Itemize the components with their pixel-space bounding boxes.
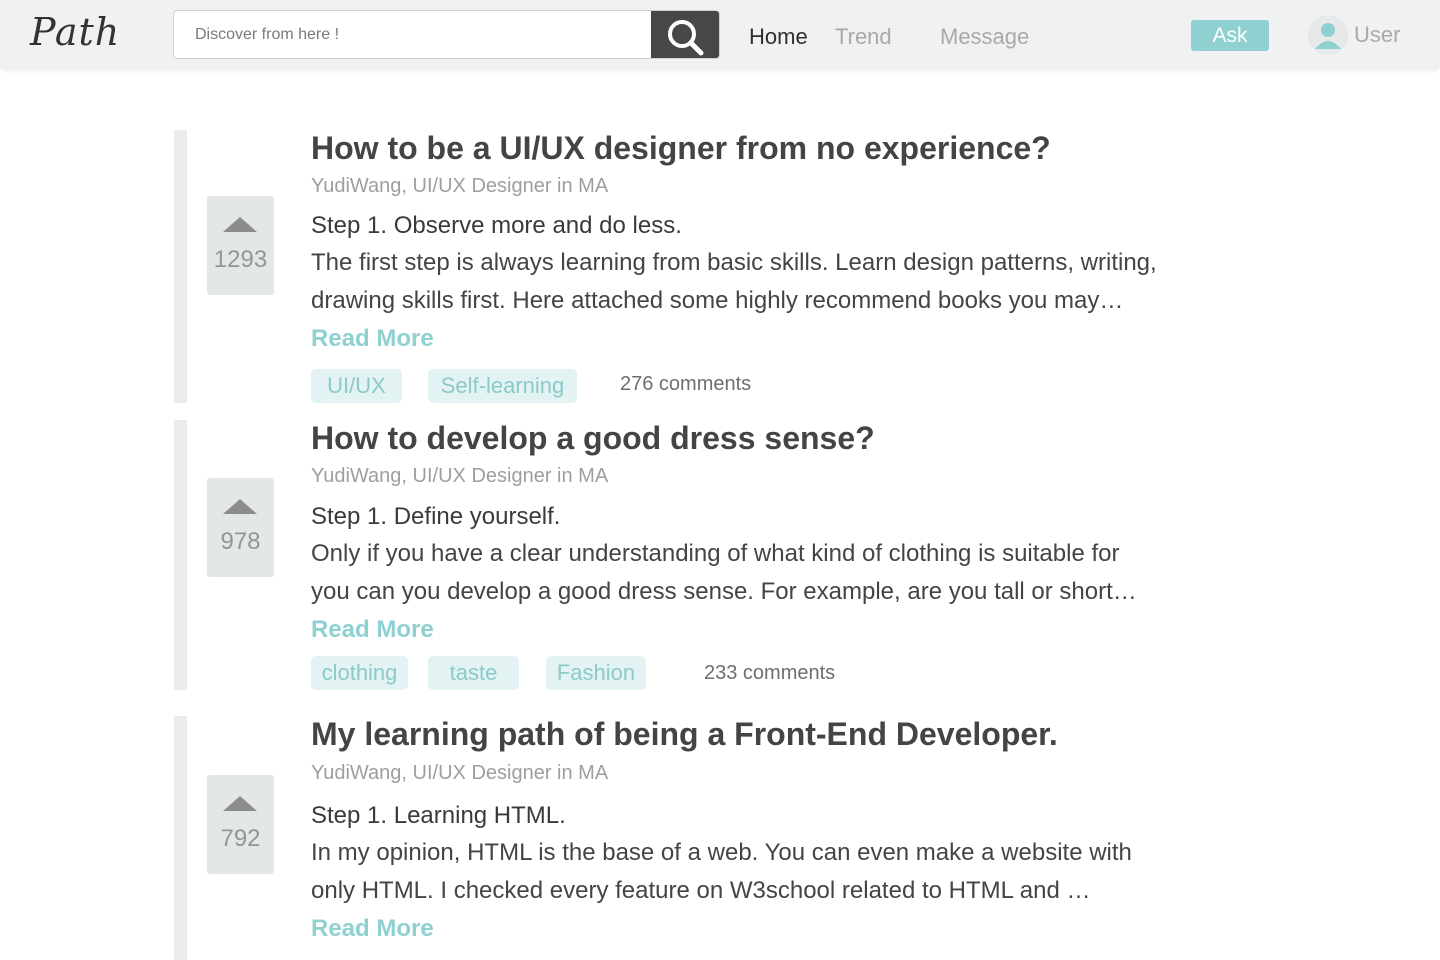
post-excerpt: Only if you have a clear understanding o… (311, 535, 1181, 611)
upvote-button[interactable]: 792 (207, 775, 274, 874)
post-step: Step 1. Define yourself. (311, 503, 561, 530)
vote-count: 792 (220, 825, 261, 852)
search-icon (668, 20, 704, 56)
logo[interactable]: Path (30, 10, 120, 54)
excerpt-line: Only if you have a clear understanding o… (311, 540, 1120, 567)
user-avatar-icon (1308, 15, 1348, 55)
read-more-link[interactable]: Read More (311, 915, 434, 943)
user-label: User (1354, 22, 1401, 47)
post-title[interactable]: My learning path of being a Front-End De… (311, 716, 1058, 753)
excerpt-line: only HTML. I checked every feature on W3… (311, 877, 1091, 904)
search-button[interactable] (651, 11, 719, 58)
nav-trend[interactable]: Trend (835, 24, 892, 50)
post-excerpt: In my opinion, HTML is the base of a web… (311, 834, 1181, 910)
post-accent-bar (174, 716, 187, 960)
read-more-link[interactable]: Read More (311, 616, 434, 644)
post-author[interactable]: YudiWang, UI/UX Designer in MA (311, 762, 608, 785)
read-more-link[interactable]: Read More (311, 325, 434, 353)
post-excerpt: The first step is always learning from b… (311, 244, 1181, 320)
vote-count: 1293 (213, 246, 268, 273)
excerpt-line: drawing skills first. Here attached some… (311, 287, 1124, 314)
tag[interactable]: taste (428, 656, 519, 690)
comments-link[interactable]: 276 comments (620, 367, 751, 401)
post-step: Step 1. Learning HTML. (311, 802, 566, 829)
comments-link[interactable]: 233 comments (704, 656, 835, 690)
post-card: 1293 How to be a UI/UX designer from no … (174, 130, 1174, 403)
upvote-icon (223, 217, 257, 232)
post-author[interactable]: YudiWang, UI/UX Designer in MA (311, 465, 608, 488)
tag[interactable]: Self-learning (428, 369, 577, 403)
search-input[interactable] (174, 11, 652, 58)
post-author[interactable]: YudiWang, UI/UX Designer in MA (311, 175, 608, 198)
excerpt-line: you can you develop a good dress sense. … (311, 578, 1137, 605)
upvote-icon (223, 499, 257, 514)
post-accent-bar (174, 420, 187, 690)
nav-home[interactable]: Home (749, 24, 808, 50)
excerpt-line: In my opinion, HTML is the base of a web… (311, 839, 1132, 866)
top-navbar: Path Home Trend Message Ask User (0, 0, 1440, 70)
post-title[interactable]: How to develop a good dress sense? (311, 420, 875, 457)
nav-message[interactable]: Message (940, 24, 1029, 50)
post-card: 978 How to develop a good dress sense? Y… (174, 420, 1174, 690)
post-title[interactable]: How to be a UI/UX designer from no exper… (311, 130, 1051, 167)
tag[interactable]: clothing (311, 656, 408, 690)
user-menu[interactable]: User (1308, 15, 1400, 55)
upvote-button[interactable]: 1293 (207, 196, 274, 295)
vote-count: 978 (220, 528, 261, 555)
upvote-icon (223, 796, 257, 811)
upvote-button[interactable]: 978 (207, 478, 274, 577)
tag[interactable]: UI/UX (311, 369, 402, 403)
post-accent-bar (174, 130, 187, 403)
post-step: Step 1. Observe more and do less. (311, 212, 682, 239)
excerpt-line: The first step is always learning from b… (311, 249, 1157, 276)
tag[interactable]: Fashion (546, 656, 646, 690)
ask-button[interactable]: Ask (1191, 20, 1269, 51)
post-card: 792 My learning path of being a Front-En… (174, 716, 1174, 960)
search-bar (173, 10, 720, 59)
